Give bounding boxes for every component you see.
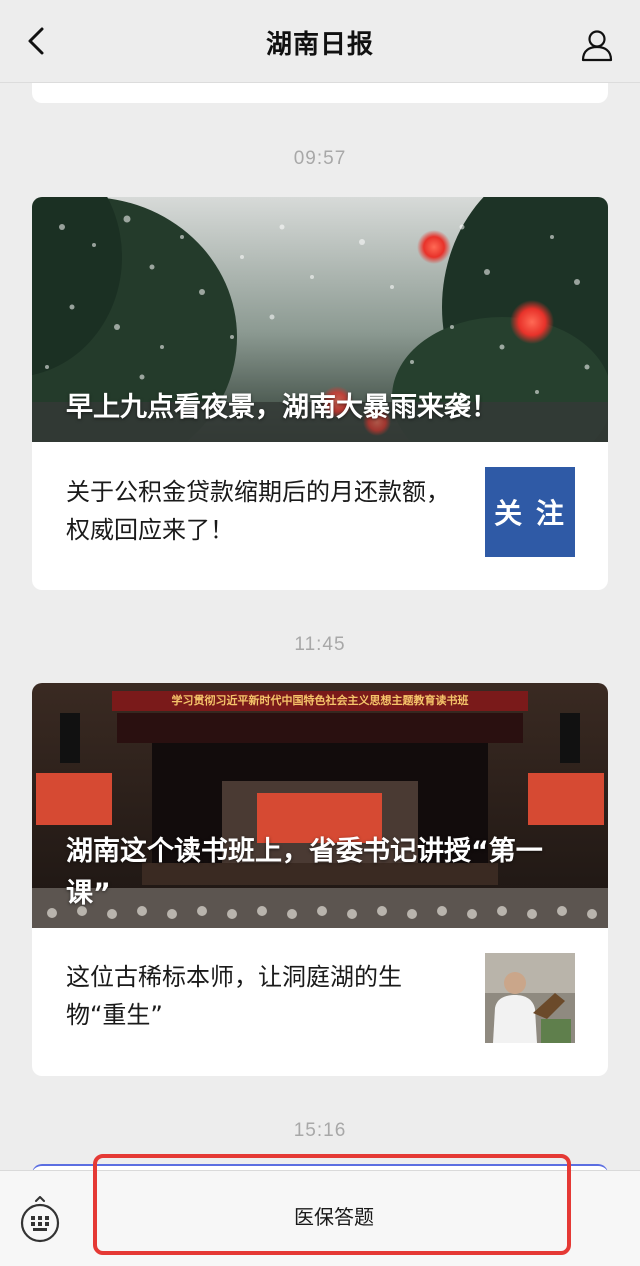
page-title: 湖南日报 [265, 30, 374, 60]
follow-thumbnail[interactable]: 关 注 [485, 467, 575, 557]
article-thumbnail[interactable] [485, 953, 575, 1043]
bottom-menu-bar: 医保答题 [0, 1170, 640, 1266]
top-nav-bar: 湖南日报 [0, 0, 640, 83]
article-subtitle[interactable]: 关于公积金贷款缩期后的月还款额，权威回应来了！ [66, 473, 456, 549]
message-timestamp: 11:45 [294, 634, 346, 655]
article-card[interactable]: 学习贯彻习近平新时代中国特色社会主义思想主题教育读书班 湖南这个读书班上，省委书… [32, 683, 608, 1076]
article-headline[interactable]: 早上九点看夜景，湖南大暴雨来袭！ [66, 387, 574, 429]
menu-item-insurance-quiz[interactable]: 医保答题 [96, 1171, 572, 1266]
message-timestamp: 15:16 [293, 1120, 347, 1141]
profile-icon[interactable] [580, 28, 614, 62]
keyboard-icon[interactable] [19, 1196, 61, 1244]
cover-banner-text: 学习贯彻习近平新时代中国特色社会主义思想主题教育读书班 [171, 694, 469, 707]
article-card[interactable]: 早上九点看夜景，湖南大暴雨来袭！ 关于公积金贷款缩期后的月还款额，权威回应来了！… [32, 197, 608, 590]
article-headline[interactable]: 湖南这个读书班上，省委书记讲授“第一课” [66, 831, 574, 915]
message-timestamp: 09:57 [293, 148, 347, 169]
follow-thumbnail-text: 关 注 [494, 497, 566, 530]
article-subtitle[interactable]: 这位古稀标本师，让洞庭湖的生物“重生” [66, 958, 456, 1034]
